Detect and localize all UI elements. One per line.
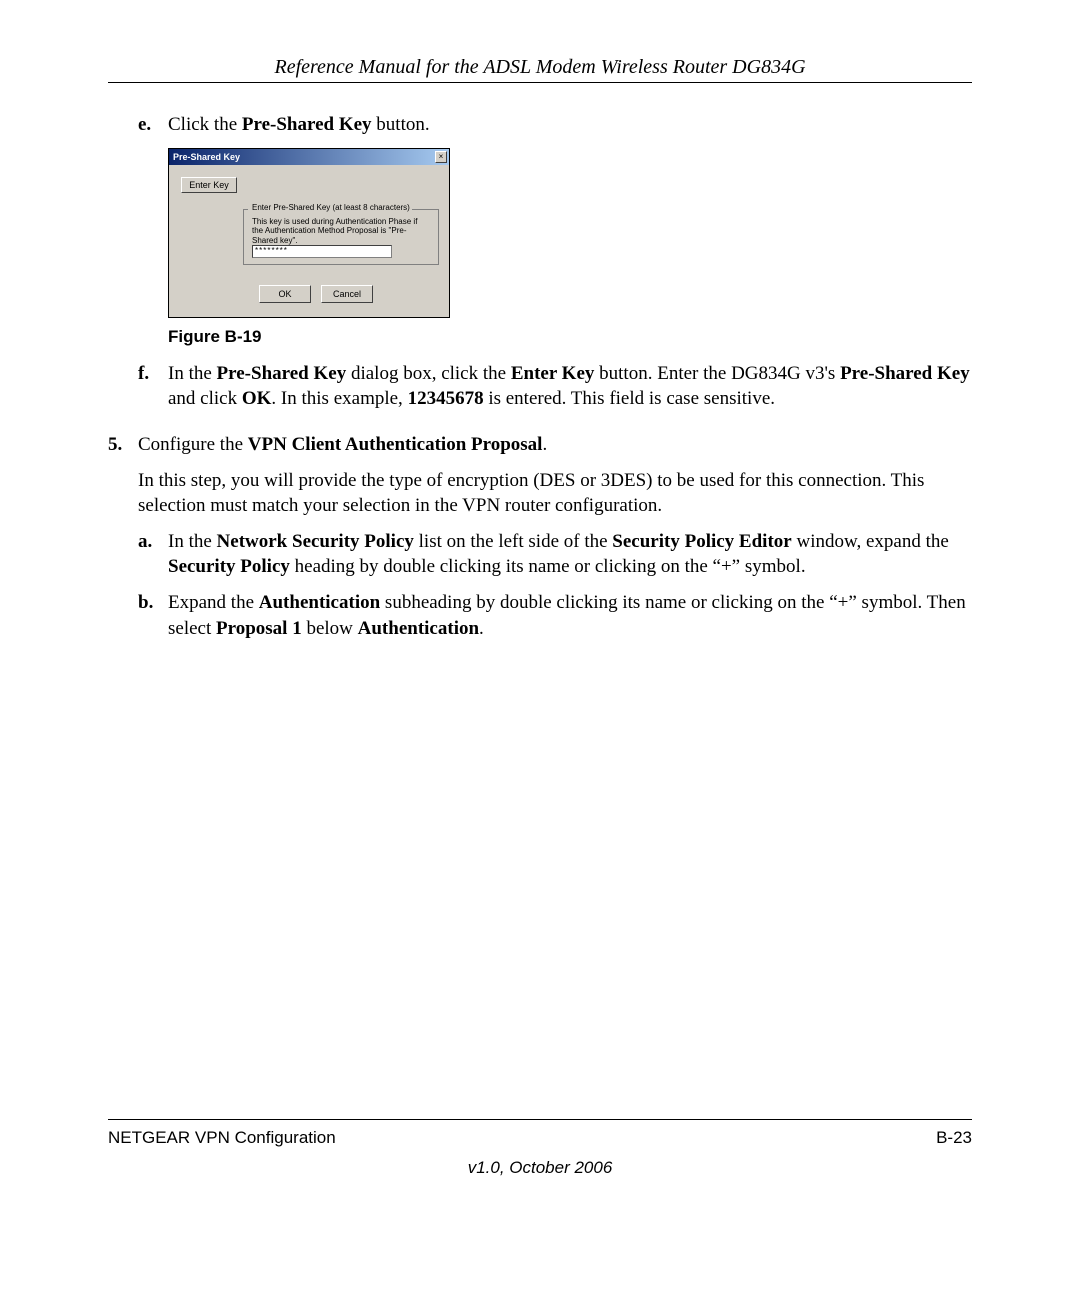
step-f: f. In the Pre-Shared Key dialog box, cli… [138, 361, 972, 412]
text: In the [168, 363, 217, 384]
preshared-key-input[interactable]: ******** [252, 245, 392, 258]
bold: Security Policy Editor [612, 531, 791, 552]
footer-line: NETGEAR VPN Configuration B-23 [108, 1128, 972, 1148]
preshared-key-dialog: Pre-Shared Key × Enter Key Enter Pre-Sha… [168, 148, 450, 318]
bold: Authentication [259, 592, 380, 613]
step-5: 5. Configure the VPN Client Authenticati… [108, 432, 972, 458]
text: Configure the [138, 434, 248, 455]
figure-caption: Figure B-19 [168, 326, 972, 349]
bold: Pre-Shared Key [217, 363, 347, 384]
dialog-title: Pre-Shared Key [171, 151, 240, 163]
text: heading by double clicking its name or c… [290, 556, 806, 577]
marker-a: a. [138, 529, 168, 580]
text: button. Enter the DG834G v3's [594, 363, 840, 384]
bold: OK [242, 388, 272, 409]
dialog-titlebar: Pre-Shared Key × [169, 149, 449, 165]
key-fieldset: Enter Pre-Shared Key (at least 8 charact… [243, 209, 439, 265]
footer-version: v1.0, October 2006 [0, 1158, 1080, 1178]
footer-rule [108, 1119, 972, 1120]
marker-e: e. [138, 112, 168, 138]
marker-b: b. [138, 590, 168, 641]
text: button. [372, 114, 430, 135]
bold: Network Security Policy [217, 531, 414, 552]
enter-key-button[interactable]: Enter Key [181, 177, 237, 193]
text: In the [168, 531, 217, 552]
text: window, expand the [792, 531, 949, 552]
text: and click [168, 388, 242, 409]
step-5a-body: In the Network Security Policy list on t… [168, 529, 972, 580]
dialog-body: Enter Key Enter Pre-Shared Key (at least… [169, 165, 449, 317]
bold: Pre-Shared Key [242, 114, 372, 135]
step-5b: b. Expand the Authentication subheading … [138, 590, 972, 641]
bold: 12345678 [408, 388, 484, 409]
step-e: e. Click the Pre-Shared Key button. [138, 112, 972, 138]
ok-button[interactable]: OK [259, 285, 311, 303]
cancel-button[interactable]: Cancel [321, 285, 373, 303]
text: Click the [168, 114, 242, 135]
text: . In this example, [271, 388, 407, 409]
step-5-paragraph: In this step, you will provide the type … [138, 468, 972, 519]
bold: VPN Client Authentication Proposal [248, 434, 543, 455]
text: Expand the [168, 592, 259, 613]
header-rule [108, 82, 972, 83]
page-content: e. Click the Pre-Shared Key button. Pre-… [108, 112, 972, 651]
text: dialog box, click the [346, 363, 511, 384]
footer-left: NETGEAR VPN Configuration [108, 1128, 336, 1148]
text: . [542, 434, 547, 455]
text: below [302, 618, 358, 639]
close-icon[interactable]: × [435, 151, 447, 163]
bold: Security Policy [168, 556, 290, 577]
text: . [479, 618, 484, 639]
fieldset-help-text: This key is used during Authentication P… [252, 217, 430, 246]
page-header-title: Reference Manual for the ADSL Modem Wire… [0, 56, 1080, 79]
bold: Authentication [358, 618, 479, 639]
bold: Proposal 1 [216, 618, 302, 639]
figure-b19: Pre-Shared Key × Enter Key Enter Pre-Sha… [168, 148, 972, 318]
step-5b-body: Expand the Authentication subheading by … [168, 590, 972, 641]
text: is entered. This field is case sensitive… [484, 388, 775, 409]
bold: Enter Key [511, 363, 595, 384]
fieldset-legend: Enter Pre-Shared Key (at least 8 charact… [250, 203, 412, 214]
text: list on the left side of the [414, 531, 612, 552]
bold: Pre-Shared Key [840, 363, 970, 384]
marker-f: f. [138, 361, 168, 412]
step-5-body: Configure the VPN Client Authentication … [138, 432, 972, 458]
step-5a: a. In the Network Security Policy list o… [138, 529, 972, 580]
marker-5: 5. [108, 432, 138, 458]
document-page: Reference Manual for the ADSL Modem Wire… [0, 0, 1080, 1296]
step-f-body: In the Pre-Shared Key dialog box, click … [168, 361, 972, 412]
step-e-body: Click the Pre-Shared Key button. [168, 112, 972, 138]
footer-right: B-23 [936, 1128, 972, 1148]
